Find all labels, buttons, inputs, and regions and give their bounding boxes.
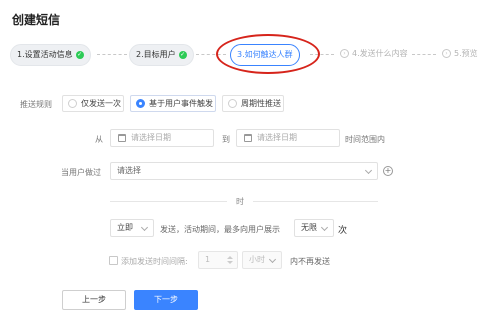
send-middle-text: 发送，活动期间，最多向用户展示 [160, 225, 280, 234]
chevron-down-icon [320, 223, 329, 232]
arrow-right-icon: › [340, 49, 349, 58]
interval-label: 添加发送时间间隔: [121, 257, 188, 266]
limit-value: 无限 [301, 223, 317, 232]
radio-selected-icon [136, 99, 145, 108]
step-1-label: 设置活动信息 [24, 50, 73, 59]
radio-circle-icon [228, 99, 237, 108]
calendar-icon [118, 134, 126, 142]
interval-unit-value: 小时 [249, 255, 265, 264]
step-connector [97, 54, 127, 55]
next-step-button[interactable]: 下一步 [134, 290, 198, 310]
step-5[interactable]: › 5.预览 [436, 44, 484, 66]
divider-line [253, 201, 378, 202]
radio-send-once-label: 仅发送一次 [81, 99, 121, 108]
step-1[interactable]: 1.设置活动信息 ✓ [10, 44, 91, 66]
interval-unit-select[interactable]: 小时 [242, 251, 282, 269]
annotation-circle [216, 34, 320, 74]
radio-event-trigger[interactable]: 基于用户事件触发 [130, 95, 216, 112]
step-4-label: 发送什么内容 [359, 49, 408, 58]
radio-event-trigger-label: 基于用户事件触发 [149, 99, 213, 108]
user-action-placeholder: 请选择 [117, 166, 141, 175]
step-5-label: 预览 [461, 49, 478, 58]
user-action-label: 当用户做过 [61, 168, 101, 177]
step-connector [412, 54, 436, 55]
step-1-number: 1. [17, 50, 25, 59]
step-4[interactable]: › 4.发送什么内容 [334, 44, 414, 66]
end-date-picker[interactable]: 请选择日期 [236, 129, 340, 147]
prev-step-button[interactable]: 上一步 [62, 290, 126, 310]
from-label: 从 [95, 135, 103, 144]
to-label: 到 [222, 135, 230, 144]
step-5-number: 5. [454, 49, 462, 58]
timing-value: 立即 [117, 223, 133, 232]
check-icon: ✓ [75, 50, 84, 59]
interval-checkbox[interactable] [109, 256, 118, 265]
times-suffix: 次 [338, 226, 348, 236]
interval-suffix: 内不再发送 [290, 257, 330, 266]
chevron-down-icon [268, 255, 277, 264]
caret-up-icon[interactable] [227, 256, 233, 259]
interval-number-value: 1 [205, 255, 211, 264]
date-range-suffix: 时间范围内 [345, 135, 385, 144]
radio-periodic-label: 周期性推送 [241, 99, 281, 108]
step-2-number: 2. [136, 50, 144, 59]
chevron-down-icon [364, 166, 373, 175]
start-date-placeholder: 请选择日期 [131, 133, 171, 142]
step-2-label: 目标用户 [143, 50, 176, 59]
limit-select[interactable]: 无限 [294, 219, 334, 237]
timing-select[interactable]: 立即 [110, 219, 154, 237]
caret-down-icon[interactable] [227, 261, 233, 264]
plus-circle-icon[interactable]: + [383, 166, 393, 176]
interval-number-input[interactable]: 1 [198, 251, 238, 269]
user-action-select[interactable]: 请选择 [110, 162, 378, 180]
radio-send-once[interactable]: 仅发送一次 [62, 95, 124, 112]
radio-circle-icon [68, 99, 77, 108]
push-rule-label: 推送规则 [20, 100, 52, 109]
arrow-right-icon: › [442, 49, 451, 58]
step-4-number: 4. [352, 49, 360, 58]
divider-text: 时 [236, 197, 244, 206]
radio-periodic[interactable]: 周期性推送 [222, 95, 284, 112]
calendar-icon [244, 134, 252, 142]
step-2[interactable]: 2.目标用户 ✓ [129, 44, 194, 66]
divider-line [110, 201, 227, 202]
end-date-placeholder: 请选择日期 [257, 133, 297, 142]
check-icon: ✓ [178, 50, 187, 59]
chevron-down-icon [140, 223, 149, 232]
page-title: 创建短信 [12, 13, 61, 27]
start-date-picker[interactable]: 请选择日期 [110, 129, 214, 147]
